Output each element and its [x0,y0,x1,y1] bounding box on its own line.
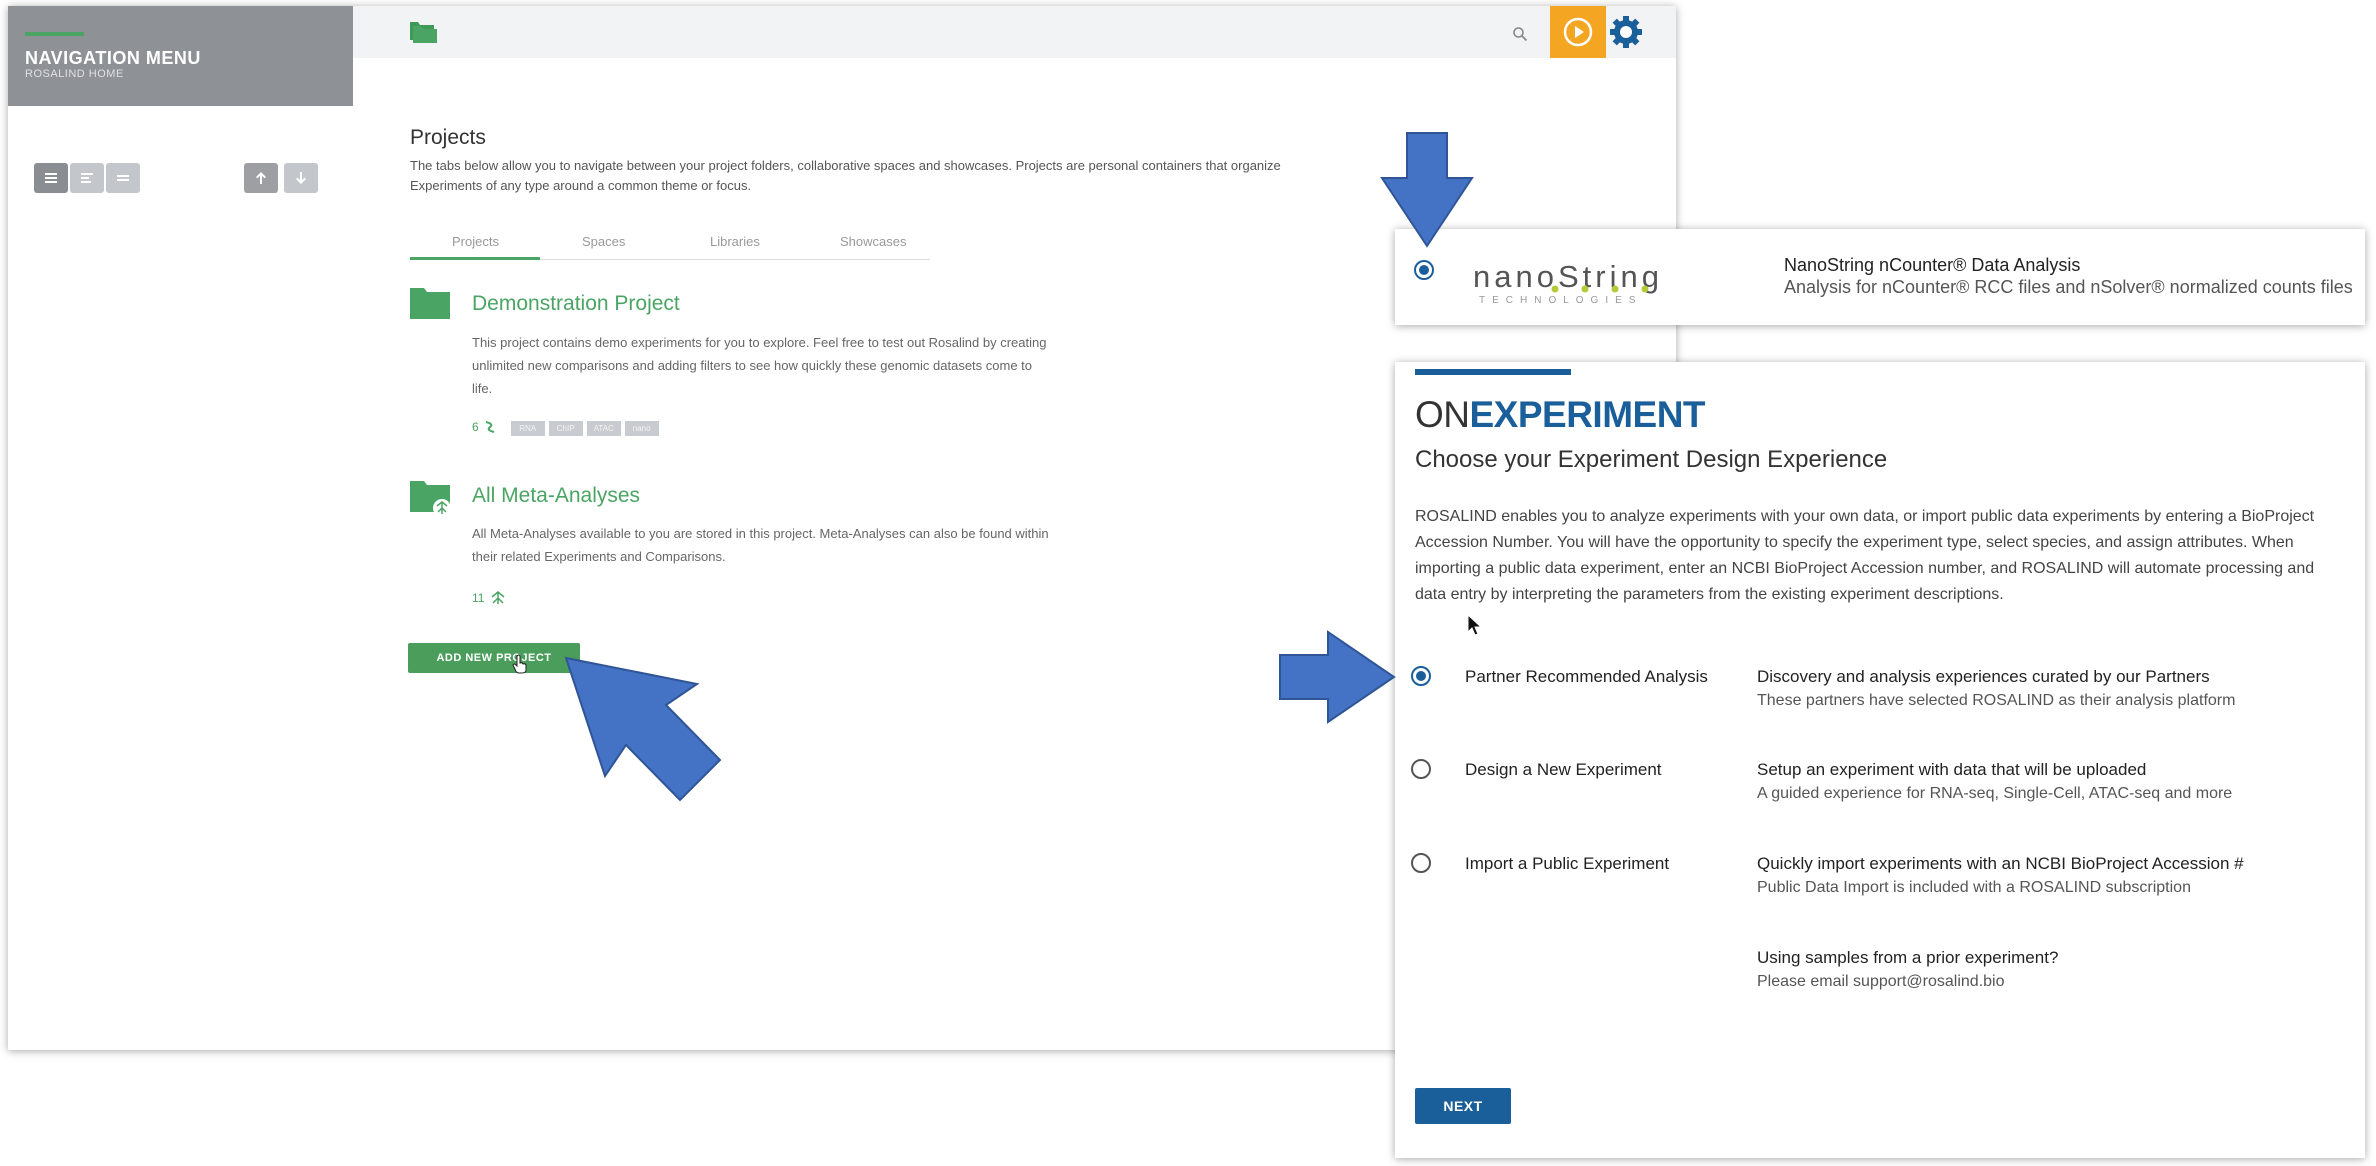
tag: ATAC [586,421,621,436]
card-meta: 11 [472,590,508,606]
option-label[interactable]: Partner Recommended Analysis [1465,667,1708,687]
tag: RNA [510,421,545,436]
option-label[interactable]: Design a New Experiment [1465,760,1662,780]
partner-analysis-radio[interactable] [1411,666,1431,686]
card-title[interactable]: All Meta-Analyses [472,484,640,508]
experiment-icon [485,421,494,433]
nanostring-radio[interactable] [1414,260,1434,280]
brand-suffix: EXPERIMENT [1469,394,1706,435]
folders-icon[interactable] [408,18,438,44]
active-tab-underline [410,257,540,260]
sort-ascending-button[interactable] [244,163,278,193]
prior-samples-title: Using samples from a prior experiment? [1757,948,2059,967]
meta-analysis-count: 11 [472,591,485,605]
projects-heading: Projects [410,126,486,149]
tab-projects[interactable]: Projects [452,234,499,249]
condensed-view-button[interactable] [106,163,140,193]
nav-accent-bar [25,32,84,36]
nav-title: NAVIGATION MENU [25,48,201,68]
top-bar [353,6,1676,58]
nanostring-description: Analysis for nCounter® RCC files and nSo… [1784,277,2353,297]
option-title: Quickly import experiments with an NCBI … [1757,854,2244,873]
sort-descending-button[interactable] [284,163,318,193]
tag: ChIP [548,421,583,436]
card-meta: 6 RNA ChIP ATAC nano [472,418,663,436]
panel-accent-bar [1415,369,1571,375]
play-icon [1563,17,1593,47]
option-description: These partners have selected ROSALIND as… [1757,692,2236,709]
card-title[interactable]: Demonstration Project [472,292,680,316]
nanostring-logo-sub: TECHNOLOGIES [1479,295,1643,306]
play-tutorial-button[interactable] [1550,6,1606,58]
meta-analysis-icon [491,591,505,604]
next-button[interactable]: NEXT [1415,1088,1511,1124]
meta-analysis-folder-icon [410,481,451,517]
folder-icon [410,288,450,319]
search-icon[interactable] [1512,26,1528,42]
onexperiment-panel: ONEXPERIMENT Choose your Experiment Desi… [1395,362,2365,1158]
compact-view-button[interactable] [70,163,104,193]
tag: nano [624,421,659,436]
gear-icon [1610,16,1642,48]
prior-samples-description: Please email support@rosalind.bio [1757,973,2005,990]
projects-description: The tabs below allow you to navigate bet… [410,158,1281,193]
tab-spaces[interactable]: Spaces [582,234,625,249]
option-description: Public Data Import is included with a RO… [1757,879,2191,896]
intro-text: ROSALIND enables you to analyze experime… [1415,508,2315,603]
list-view-icon [45,173,57,183]
hand-cursor-icon [512,654,527,674]
projects-tabs: Projects Spaces Libraries Showcases [410,226,930,260]
design-experiment-radio[interactable] [1411,759,1431,779]
arrow-up-icon [256,172,266,184]
experiment-count: 6 [472,420,479,434]
nanostring-title: NanoString nCounter® Data Analysis [1784,255,2081,275]
card-description: This project contains demo experiments f… [472,335,1047,396]
card-description: All Meta-Analyses available to you are s… [472,526,1049,564]
settings-button[interactable] [1608,14,1644,50]
nanostring-analysis-option[interactable]: nanoString TECHNOLOGIES NanoString nCoun… [1395,229,2365,325]
option-description: A guided experience for RNA-seq, Single-… [1757,785,2233,802]
mouse-pointer-icon [1467,614,1483,636]
list-view-button[interactable] [34,163,68,193]
navigation-menu[interactable]: NAVIGATION MENU ROSALIND HOME [8,6,353,106]
arrow-down-icon [296,172,306,184]
nanostring-logo-dots [1551,285,1649,293]
onexperiment-logo: ONEXPERIMENT [1415,394,1706,436]
tab-libraries[interactable]: Libraries [710,234,760,249]
tab-showcases[interactable]: Showcases [840,234,906,249]
menu-icon [117,175,129,181]
option-title: Setup an experiment with data that will … [1757,760,2147,779]
brand-prefix: ON [1415,394,1470,435]
nav-subtitle: ROSALIND HOME [25,68,124,80]
page-title: Choose your Experiment Design Experience [1415,446,1888,473]
option-title: Discovery and analysis experiences curat… [1757,667,2210,686]
import-experiment-radio[interactable] [1411,853,1431,873]
align-left-icon [81,173,93,183]
add-new-project-button[interactable]: ADD NEW PROJECT [408,643,580,673]
option-label[interactable]: Import a Public Experiment [1465,854,1669,874]
